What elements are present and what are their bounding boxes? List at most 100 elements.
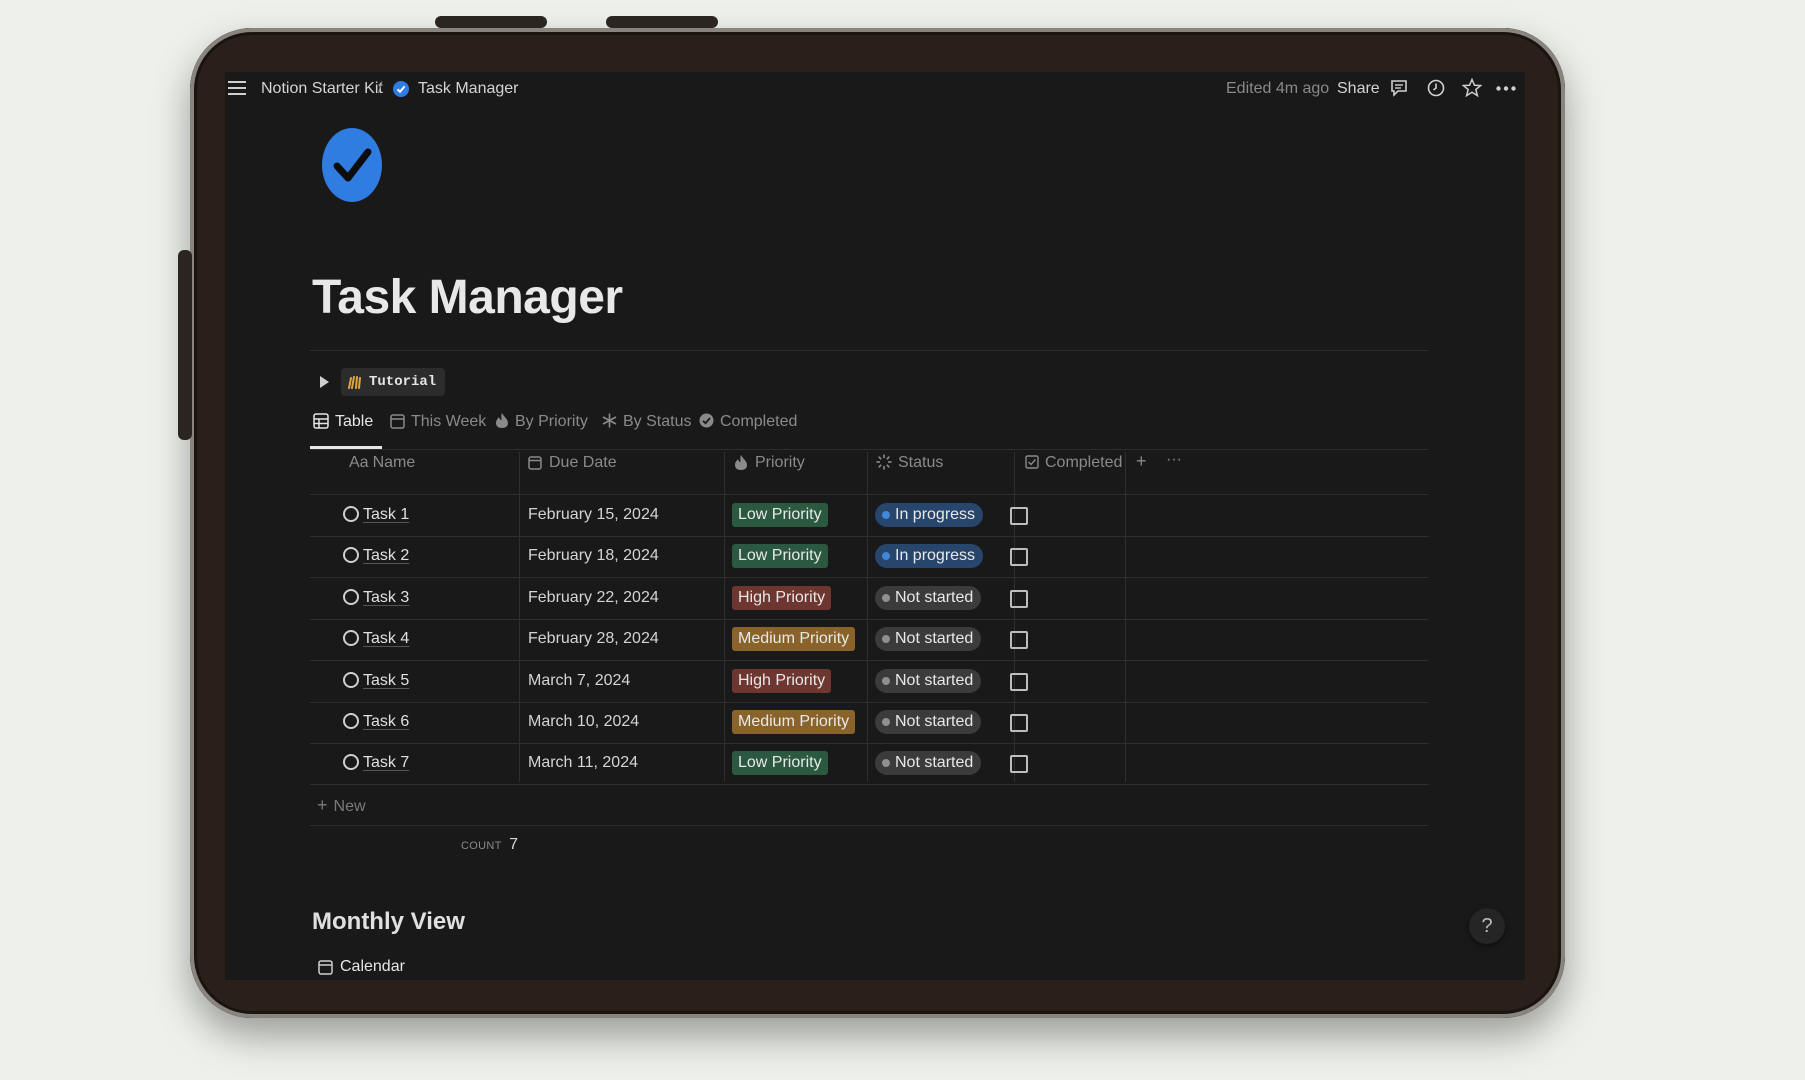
header-name[interactable]: Aa Name (349, 454, 415, 478)
add-property-button[interactable]: + (1136, 451, 1147, 475)
tab-this-week-label: This Week (411, 413, 487, 430)
tutorial-toggle[interactable]: Tutorial (341, 368, 445, 396)
tab-table-label: Table (335, 413, 374, 430)
notion-screen: Notion Starter Kit / Task Manager Edited… (225, 72, 1525, 980)
status-tag[interactable]: Not started (875, 668, 982, 693)
priority-tag[interactable]: Low Priority (732, 544, 828, 569)
status-tag[interactable]: In progress (875, 544, 984, 569)
status-label: In progress (895, 506, 976, 523)
completed-checkbox[interactable] (1010, 507, 1028, 525)
task-name[interactable]: Task 6 (363, 713, 409, 731)
fire-icon (734, 454, 748, 471)
check-circle-icon (393, 81, 409, 97)
breadcrumb-parent[interactable]: Notion Starter Kit (261, 80, 383, 98)
status-label: Not started (895, 671, 974, 689)
due-date[interactable]: February 28, 2024 (528, 630, 659, 648)
count-summary[interactable]: COUNT 7 (461, 836, 518, 854)
completed-checkbox[interactable] (1010, 714, 1028, 732)
due-date[interactable]: March 10, 2024 (528, 713, 639, 731)
comments-icon[interactable] (1390, 79, 1408, 97)
completed-checkbox[interactable] (1010, 548, 1028, 567)
priority-tag[interactable]: High Priority (732, 585, 832, 610)
check-circle-outline-icon (699, 413, 714, 428)
completed-checkbox[interactable] (1010, 672, 1028, 691)
table-row[interactable]: Task 6 March 10, 2024 Medium Priority Not s… (310, 702, 1428, 743)
due-date[interactable]: February 22, 2024 (528, 589, 659, 607)
priority-tag[interactable]: Medium Priority (732, 627, 856, 652)
priority-tag[interactable]: Low Priority (732, 503, 828, 527)
status-tag[interactable]: Not started (875, 627, 982, 652)
more-icon[interactable] (1496, 86, 1516, 91)
hamburger-icon[interactable] (228, 80, 246, 96)
table-row[interactable]: Task 2 February 18, 2024 Low Priority In pr… (310, 536, 1428, 577)
status-label: Not started (895, 713, 974, 730)
new-row-button[interactable]: + New (317, 795, 366, 816)
fire-icon (495, 412, 509, 429)
status-tag[interactable]: Not started (875, 751, 982, 776)
status-dot (882, 593, 890, 602)
priority-tag[interactable]: Medium Priority (732, 710, 856, 734)
task-name[interactable]: Task 2 (363, 547, 409, 565)
header-status-label: Status (898, 454, 944, 471)
header-completed-label: Completed (1045, 454, 1123, 471)
hands-raised-icon (347, 374, 363, 390)
due-date[interactable]: February 15, 2024 (528, 506, 659, 524)
status-dot (882, 635, 890, 644)
help-button[interactable]: ? (1469, 908, 1505, 944)
share-button[interactable]: Share (1337, 80, 1380, 98)
tab-completed-label: Completed (720, 413, 798, 430)
due-date[interactable]: March 11, 2024 (528, 754, 638, 772)
task-circle-icon (343, 671, 359, 688)
task-name[interactable]: Task 3 (363, 589, 409, 607)
status-spinner-icon (876, 454, 892, 470)
task-name[interactable]: Task 5 (363, 672, 409, 690)
task-circle-icon (343, 713, 359, 729)
task-name[interactable]: Task 1 (363, 506, 409, 524)
table-row[interactable]: Task 1 February 15, 2024 Low Priority In pr… (310, 495, 1428, 536)
priority-tag[interactable]: High Priority (732, 668, 832, 693)
breadcrumb-current[interactable]: Task Manager (418, 80, 519, 98)
completed-checkbox[interactable] (1010, 755, 1028, 774)
table-row[interactable]: Task 7 March 11, 2024 Low Priority Not star… (310, 743, 1428, 784)
asterisk-icon (602, 413, 617, 428)
status-dot (882, 759, 890, 768)
header-due-date-label: Due Date (549, 454, 617, 471)
task-circle-icon (343, 754, 359, 771)
status-tag[interactable]: Not started (875, 710, 982, 734)
volume-button-top-1 (435, 16, 547, 28)
count-value: 7 (509, 836, 518, 853)
side-button (178, 250, 192, 440)
section-heading[interactable]: Monthly View (312, 908, 465, 936)
task-name[interactable]: Task 7 (363, 754, 409, 772)
completed-checkbox[interactable] (1010, 631, 1028, 650)
table-row[interactable]: Task 3 February 22, 2024 High Priority Not … (310, 578, 1428, 619)
tutorial-label: Tutorial (369, 374, 437, 390)
calendar-view-label: Calendar (340, 958, 405, 975)
plus-icon: + (317, 795, 328, 815)
new-row-divider (310, 825, 1428, 826)
table-row[interactable]: Task 4 February 28, 2024 Medium Priority No… (310, 619, 1428, 660)
page-title[interactable]: Task Manager (312, 270, 623, 325)
priority-tag[interactable]: Low Priority (732, 751, 828, 776)
calendar-icon (390, 413, 405, 429)
history-icon[interactable] (1427, 79, 1445, 97)
toggle-triangle-icon[interactable] (319, 376, 329, 388)
title-divider (310, 350, 1428, 351)
due-date[interactable]: February 18, 2024 (528, 547, 659, 565)
status-tag[interactable]: Not started (875, 585, 982, 610)
task-circle-icon (343, 506, 359, 522)
calendar-icon (528, 455, 542, 470)
completed-checkbox[interactable] (1010, 589, 1028, 608)
due-date[interactable]: March 7, 2024 (528, 672, 630, 690)
header-priority-label: Priority (755, 454, 805, 471)
text-prop-icon: Aa (349, 454, 369, 471)
more-properties-button[interactable]: ··· (1166, 451, 1182, 475)
status-tag[interactable]: In progress (875, 503, 984, 527)
edited-timestamp: Edited 4m ago (1226, 80, 1330, 97)
task-name[interactable]: Task 4 (363, 630, 409, 648)
status-label: Not started (895, 588, 974, 606)
status-dot (882, 718, 890, 726)
star-icon[interactable] (1462, 78, 1482, 98)
table-row[interactable]: Task 5 March 7, 2024 High Priority Not star… (310, 661, 1428, 702)
page-check-circle-icon[interactable] (322, 128, 382, 202)
